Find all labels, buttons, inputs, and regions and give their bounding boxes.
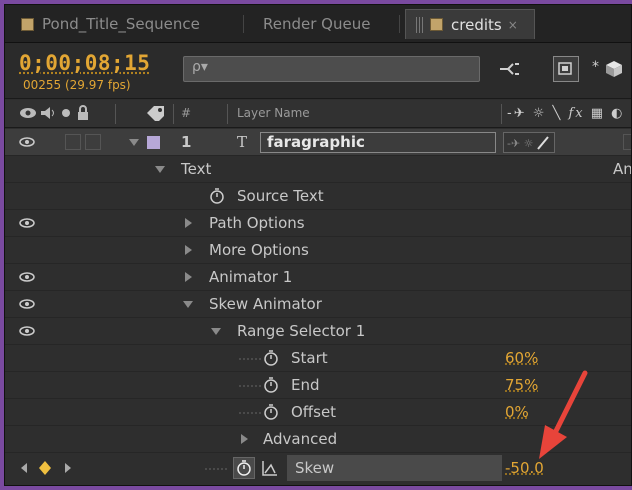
advanced-label: Advanced	[263, 430, 338, 448]
current-time-display[interactable]: 0;00;08;15	[19, 51, 150, 75]
eye-icon[interactable]	[19, 297, 35, 311]
tab-credits[interactable]: credits ×	[405, 9, 535, 39]
end-label: End	[291, 376, 320, 394]
start-label: Start	[291, 349, 328, 367]
more-options-label: More Options	[209, 241, 309, 259]
more-options-row[interactable]: More Options	[5, 237, 631, 264]
text-group-label: Text	[181, 160, 212, 178]
range-selector-row[interactable]: Range Selector 1	[5, 318, 631, 345]
switches-header-icons: -✈ ☼ ╲ fx ▦ ◐	[507, 106, 625, 121]
stopwatch-icon[interactable]	[209, 187, 225, 205]
svg-text:*: *	[592, 59, 599, 75]
grip-icon[interactable]	[416, 16, 424, 33]
expand-triangle-icon[interactable]	[155, 166, 165, 173]
graph-icon[interactable]	[261, 459, 279, 477]
svg-text:-✈ ☼: -✈ ☼	[507, 137, 534, 150]
stopwatch-icon[interactable]	[263, 403, 279, 421]
animator-1-label: Animator 1	[209, 268, 293, 286]
expand-triangle-icon[interactable]	[241, 434, 248, 444]
tab-label: Pond_Title_Sequence	[42, 15, 200, 33]
layer-number: 1	[181, 133, 192, 151]
lock-toggle[interactable]	[85, 134, 101, 150]
composition-panel: Pond_Title_Sequence Render Queue credits…	[4, 4, 632, 486]
layer-number-header: #	[181, 106, 192, 120]
eye-icon[interactable]	[19, 270, 35, 284]
solo-icon[interactable]	[61, 108, 71, 118]
expand-triangle-icon[interactable]	[183, 301, 193, 308]
layer-name-header[interactable]: Layer Name	[237, 106, 310, 120]
layer-row-1[interactable]: 1 T faragraphic -✈ ☼	[5, 129, 631, 156]
speaker-icon[interactable]	[39, 106, 57, 120]
skew-animator-label: Skew Animator	[209, 295, 322, 313]
animate-menu-label[interactable]: An	[613, 160, 631, 178]
frame-rate-display: 00255 (29.97 fps)	[23, 78, 131, 92]
expand-triangle-icon[interactable]	[129, 139, 139, 146]
tab-label: credits	[451, 15, 502, 34]
annotation-arrow-icon	[539, 370, 588, 459]
parent-toggle[interactable]	[623, 134, 631, 150]
range-selector-label: Range Selector 1	[237, 322, 366, 340]
expand-triangle-icon[interactable]	[185, 245, 192, 255]
source-text-row[interactable]: Source Text	[5, 183, 631, 210]
expand-triangle-icon[interactable]	[211, 328, 221, 335]
eye-icon[interactable]	[19, 324, 35, 338]
layer-name-field[interactable]: faragraphic	[260, 132, 496, 153]
offset-label: Offset	[291, 403, 337, 421]
start-value[interactable]: 60%	[505, 349, 538, 367]
tab-render-queue[interactable]: Render Queue	[253, 9, 380, 39]
comp-swatch-icon	[430, 18, 443, 31]
eye-icon[interactable]	[19, 135, 35, 149]
eye-icon[interactable]	[19, 216, 35, 230]
stopwatch-icon[interactable]	[263, 349, 279, 367]
layer-switches[interactable]: -✈ ☼	[503, 132, 555, 153]
source-text-label: Source Text	[237, 187, 324, 205]
stopwatch-icon[interactable]	[263, 376, 279, 394]
skew-label: Skew	[295, 459, 335, 477]
path-options-label: Path Options	[209, 214, 305, 232]
layer-header-row: # Layer Name -✈ ☼ ╲ fx ▦ ◐	[5, 100, 631, 128]
stopwatch-active[interactable]	[233, 457, 255, 479]
animator-1-row[interactable]: Animator 1	[5, 264, 631, 291]
comp-swatch-icon	[21, 17, 34, 31]
draft-3d-icon[interactable]	[553, 56, 579, 82]
close-icon[interactable]: ×	[508, 18, 518, 32]
expand-triangle-icon[interactable]	[185, 218, 192, 228]
keyframe-navigator[interactable]	[5, 457, 85, 479]
search-input[interactable]: ρ▾	[183, 56, 480, 82]
path-options-row[interactable]: Path Options	[5, 210, 631, 237]
timeline-toolbar: 0;00;08;15 00255 (29.97 fps) ρ▾ *	[5, 43, 631, 99]
label-icon[interactable]	[145, 105, 167, 121]
lock-icon[interactable]	[77, 105, 89, 121]
expand-triangle-icon[interactable]	[185, 272, 192, 282]
text-group-row[interactable]: Text An	[5, 156, 631, 183]
tab-pond-title-sequence[interactable]: Pond_Title_Sequence	[11, 9, 210, 39]
tab-bar: Pond_Title_Sequence Render Queue credits…	[5, 5, 631, 43]
label-color-swatch[interactable]	[147, 136, 160, 149]
comp-flowchart-icon[interactable]	[497, 56, 527, 82]
hide-shy-layers-icon[interactable]: *	[589, 56, 629, 82]
text-layer-icon: T	[237, 133, 248, 151]
solo-toggle[interactable]	[65, 134, 81, 150]
eye-icon[interactable]	[19, 107, 37, 119]
skew-animator-row[interactable]: Skew Animator	[5, 291, 631, 318]
tab-label: Render Queue	[263, 15, 371, 33]
